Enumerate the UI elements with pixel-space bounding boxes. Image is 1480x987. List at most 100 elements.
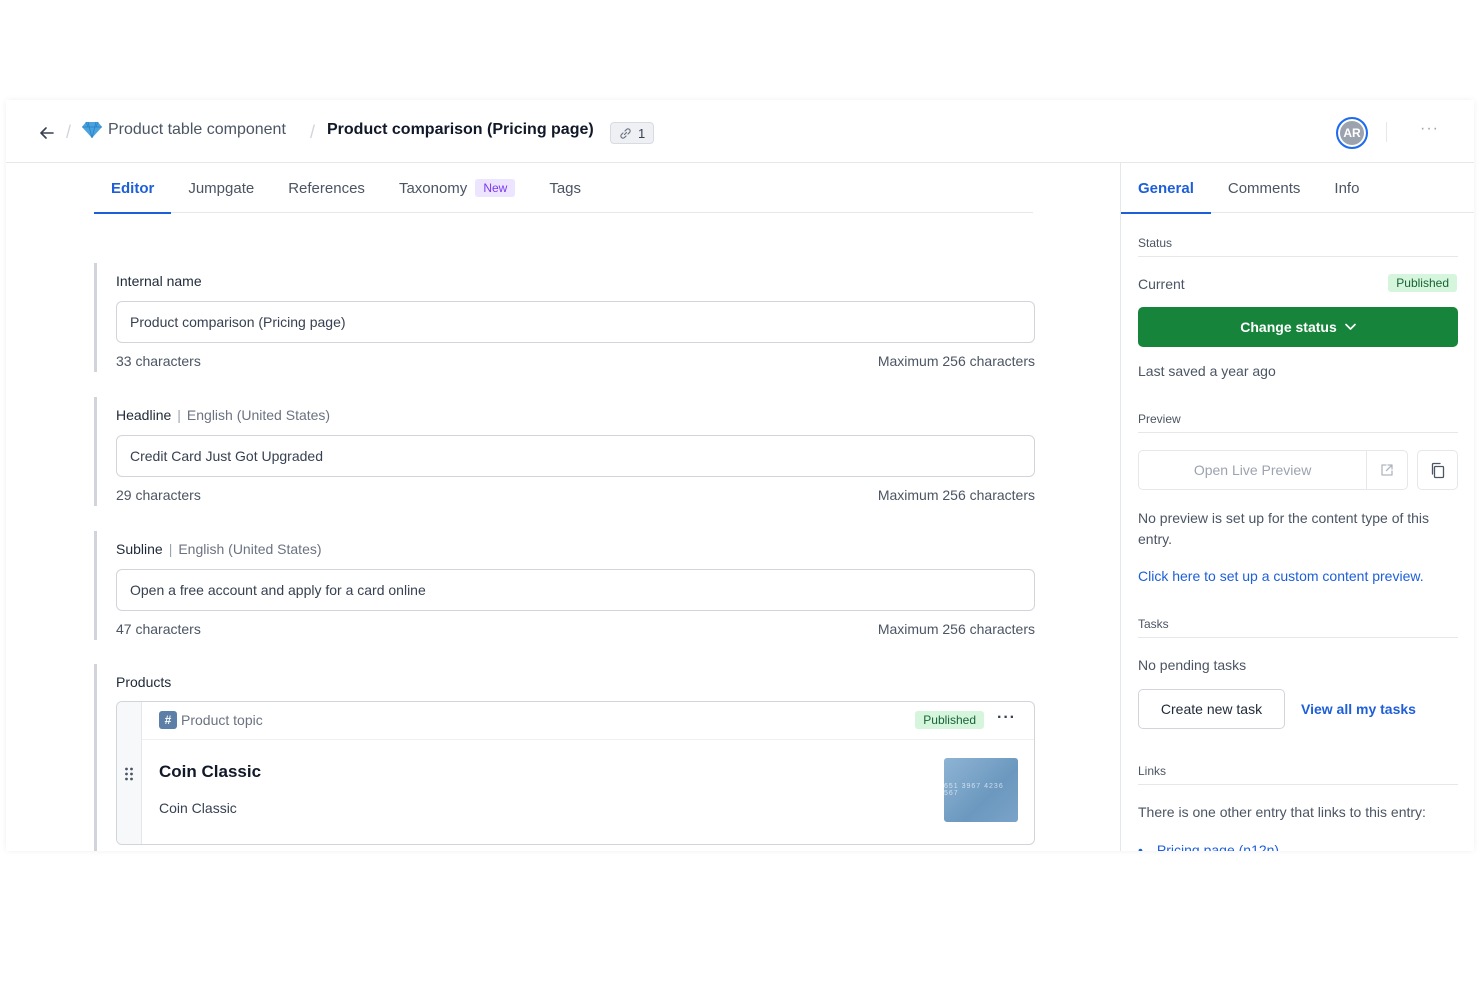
content-type: # Product topic bbox=[159, 711, 263, 729]
change-status-button[interactable]: Change status bbox=[1138, 307, 1458, 347]
preview-controls: Open Live Preview bbox=[1138, 450, 1408, 490]
link-icon bbox=[620, 127, 631, 139]
headline-input[interactable]: Credit Card Just Got Upgraded bbox=[116, 435, 1035, 477]
external-link-icon bbox=[1381, 464, 1393, 476]
product-reference-card[interactable]: # Product topic Published ··· Coin Class… bbox=[116, 701, 1035, 845]
field-label-text: Subline bbox=[116, 541, 163, 557]
tab-jumpgate[interactable]: Jumpgate bbox=[171, 163, 271, 213]
breadcrumb-parent[interactable]: Product table component bbox=[82, 121, 286, 139]
field-label-text: Internal name bbox=[116, 273, 202, 289]
drag-dots-icon bbox=[125, 767, 133, 781]
tab-editor[interactable]: Editor bbox=[94, 163, 172, 214]
app-window: / Product table component / Product comp… bbox=[6, 100, 1474, 851]
field-label-text: Products bbox=[116, 674, 172, 690]
field-label: Internal name bbox=[116, 273, 202, 289]
section-title-links: Links bbox=[1138, 764, 1458, 785]
card-more-button[interactable]: ··· bbox=[997, 709, 1016, 727]
entry-sidebar: General Comments Info Status Current Pub… bbox=[1120, 163, 1474, 851]
char-max: Maximum 256 characters bbox=[877, 487, 1035, 503]
list-bullet: • bbox=[1138, 842, 1143, 851]
more-options-button[interactable]: ··· bbox=[1420, 120, 1439, 138]
back-button[interactable] bbox=[36, 122, 58, 144]
tab-general[interactable]: General bbox=[1121, 163, 1211, 214]
tab-label: Jumpgate bbox=[188, 179, 255, 197]
entry-header: / Product table component / Product comp… bbox=[6, 100, 1474, 163]
card-thumbnail-text: 651 3967 4236 567 bbox=[944, 783, 1004, 797]
tab-taxonomy[interactable]: Taxonomy New bbox=[382, 163, 532, 213]
new-badge: New bbox=[475, 179, 516, 197]
tab-info[interactable]: Info bbox=[1317, 163, 1376, 213]
field-meta: 33 characters Maximum 256 characters bbox=[116, 353, 1035, 369]
internal-name-input[interactable]: Product comparison (Pricing page) bbox=[116, 301, 1035, 343]
preview-note: No preview is set up for the content typ… bbox=[1138, 510, 1430, 547]
tab-label: General bbox=[1138, 179, 1194, 197]
char-count: 33 characters bbox=[116, 353, 201, 369]
create-task-button[interactable]: Create new task bbox=[1138, 689, 1285, 729]
status-badge: Published bbox=[915, 711, 984, 729]
card-subtitle: Coin Classic bbox=[159, 800, 237, 816]
breadcrumb-parent-label: Product table component bbox=[108, 121, 286, 138]
breadcrumb-current: Product comparison (Pricing page) bbox=[327, 121, 594, 138]
drag-handle[interactable] bbox=[117, 702, 142, 844]
char-max: Maximum 256 characters bbox=[877, 353, 1035, 369]
view-all-tasks-link[interactable]: View all my tasks bbox=[1301, 701, 1416, 717]
custom-preview-link[interactable]: Click here to set up a custom content pr… bbox=[1138, 568, 1424, 584]
section-title-tasks: Tasks bbox=[1138, 617, 1458, 638]
char-count: 47 characters bbox=[116, 621, 201, 637]
avatar-initials: AR bbox=[1343, 126, 1361, 140]
tab-comments[interactable]: Comments bbox=[1211, 163, 1318, 213]
field-locale: English (United States) bbox=[178, 541, 322, 557]
open-live-preview-label: Open Live Preview bbox=[1193, 462, 1312, 478]
field-headline: Headline | English (United States) Credit … bbox=[94, 397, 1035, 506]
section-title-status: Status bbox=[1138, 236, 1458, 257]
field-internal-name: Internal name Product comparison (Pricin… bbox=[94, 263, 1035, 372]
linked-entry-label: Pricing page (n12n) bbox=[1156, 842, 1280, 851]
status-current-label: Current bbox=[1138, 276, 1185, 292]
field-label-text: Headline bbox=[116, 407, 172, 423]
tab-references[interactable]: References bbox=[271, 163, 382, 213]
chevron-down-icon bbox=[1344, 323, 1356, 330]
field-meta: 29 characters Maximum 256 characters bbox=[116, 487, 1035, 503]
label-divider: | bbox=[168, 541, 173, 557]
tab-label: Tags bbox=[549, 179, 582, 197]
tab-label: Comments bbox=[1227, 179, 1301, 197]
editor-main: Editor Jumpgate References Taxonomy New … bbox=[6, 163, 1120, 851]
linked-entry[interactable]: • Pricing page (n12n) bbox=[1138, 842, 1279, 851]
diamond-icon bbox=[82, 121, 102, 139]
input-value: Credit Card Just Got Upgraded bbox=[130, 448, 323, 464]
tasks-empty: No pending tasks bbox=[1138, 657, 1247, 673]
sidebar-tabs: General Comments Info bbox=[1121, 163, 1474, 214]
header-divider bbox=[1386, 122, 1387, 142]
tab-label: Taxonomy bbox=[398, 179, 468, 197]
field-meta: 47 characters Maximum 256 characters bbox=[116, 621, 1035, 637]
tab-label: Editor bbox=[111, 179, 155, 197]
char-count: 29 characters bbox=[116, 487, 201, 503]
user-avatar[interactable]: AR bbox=[1336, 117, 1368, 149]
input-value: Open a free account and apply for a card… bbox=[130, 582, 426, 598]
editor-tabs: Editor Jumpgate References Taxonomy New … bbox=[94, 163, 1033, 214]
tab-tags[interactable]: Tags bbox=[532, 163, 598, 213]
change-status-label: Change status bbox=[1240, 319, 1337, 335]
field-locale: English (United States) bbox=[186, 407, 331, 423]
links-count-badge[interactable]: 1 bbox=[610, 122, 655, 144]
last-saved: Last saved a year ago bbox=[1138, 363, 1276, 379]
copy-button[interactable] bbox=[1417, 450, 1458, 490]
breadcrumb-separator: / bbox=[310, 122, 316, 142]
subline-input[interactable]: Open a free account and apply for a card… bbox=[116, 569, 1035, 611]
card-thumbnail: 651 3967 4236 567 bbox=[944, 758, 1018, 822]
content-type-label: Product topic bbox=[181, 712, 263, 728]
label-divider: | bbox=[177, 407, 181, 423]
links-text: There is one other entry that links to t… bbox=[1138, 804, 1426, 820]
tab-label: References bbox=[288, 179, 365, 197]
field-label: Products bbox=[116, 674, 171, 690]
field-label: Headline | English (United States) bbox=[116, 407, 330, 423]
open-live-preview-button[interactable]: Open Live Preview bbox=[1139, 451, 1368, 489]
hash-icon: # bbox=[159, 711, 177, 729]
open-external-button[interactable] bbox=[1367, 451, 1407, 489]
char-max: Maximum 256 characters bbox=[877, 621, 1035, 637]
arrow-left-icon bbox=[40, 127, 54, 139]
field-subline: Subline | English (United States) Open a f… bbox=[94, 531, 1035, 640]
section-title-preview: Preview bbox=[1138, 412, 1458, 433]
card-title: Coin Classic bbox=[159, 762, 262, 781]
create-task-label: Create new task bbox=[1160, 701, 1263, 717]
